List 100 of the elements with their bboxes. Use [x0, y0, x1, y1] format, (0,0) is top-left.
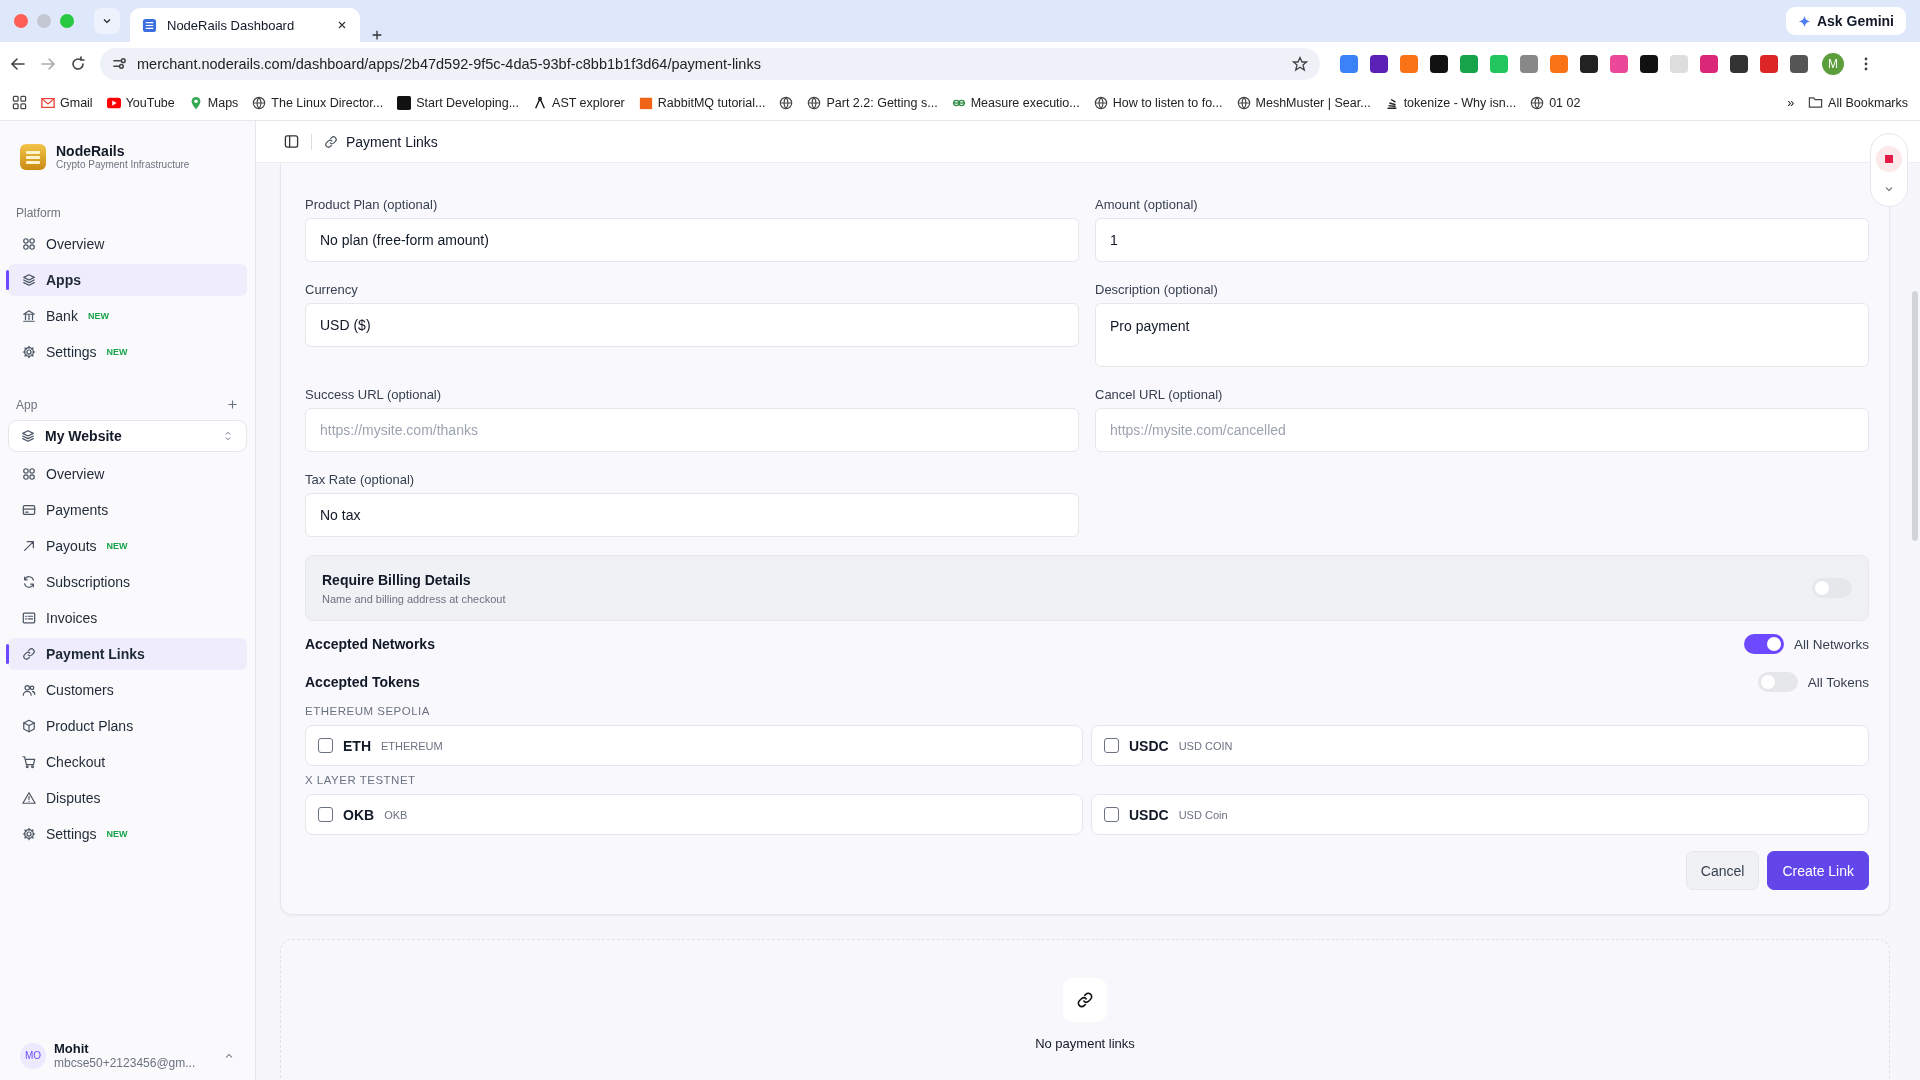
selector-label: My Website [45, 428, 123, 444]
sidebar-item[interactable]: Bank NEW [8, 300, 247, 332]
close-window-button[interactable] [14, 14, 28, 28]
gear-icon [22, 827, 36, 841]
gear-icon [22, 345, 36, 359]
bookmark-link[interactable]: AST explorer [533, 95, 625, 110]
sidebar-item[interactable]: Subscriptions [8, 566, 247, 598]
apps-grid-icon[interactable] [12, 95, 27, 110]
sidebar-toggle-icon[interactable] [284, 134, 299, 149]
bookmark-link[interactable]: YouTube [106, 95, 175, 110]
toggle-switch[interactable] [1812, 578, 1852, 598]
sidebar-item[interactable]: Payouts NEW [8, 530, 247, 562]
item-label: Overview [46, 466, 105, 482]
bookmark-link[interactable]: Maps [188, 95, 239, 110]
sidebar-item[interactable]: Customers [8, 674, 247, 706]
sidebar-item[interactable]: Settings NEW [8, 818, 247, 850]
item-label: Payment Links [46, 646, 145, 662]
token-name: USD Coin [1178, 808, 1228, 821]
sidebar-item[interactable]: Apps [8, 264, 247, 296]
sidebar-item[interactable]: Overview [8, 228, 247, 260]
item-label: Disputes [46, 790, 101, 806]
bookmark-link[interactable]: The Linux Director... [252, 95, 384, 110]
network-name: ETHEREUM SEPOLIA [305, 705, 430, 717]
checkbox[interactable] [1104, 807, 1119, 822]
input-field[interactable]: 1 [1095, 218, 1869, 262]
extension-icon[interactable] [1370, 54, 1388, 73]
sidebar-item[interactable]: Payments [8, 494, 247, 526]
token-option[interactable]: ETH ETHEREUM [305, 725, 1083, 766]
app-selector[interactable]: My Website [8, 420, 247, 452]
extension-icon[interactable] [1580, 54, 1598, 73]
sidebar-item[interactable]: Invoices [8, 602, 247, 634]
plus-icon[interactable] [226, 398, 239, 411]
token-name: OKB [384, 808, 408, 821]
extension-icon[interactable] [1430, 54, 1448, 73]
bookmark-link[interactable]: RabbitMQ tutorial... [638, 95, 766, 110]
scrollbar[interactable] [1912, 291, 1918, 541]
all-bookmarks-link[interactable]: All Bookmarks [1808, 95, 1908, 110]
reload-icon[interactable] [70, 55, 86, 72]
item-label: Payouts [46, 538, 97, 554]
extension-icon[interactable] [1640, 54, 1658, 73]
bookmark-link[interactable]: How to listen to fo... [1093, 95, 1223, 110]
bookmark-link[interactable]: Part 2.2: Getting s... [807, 95, 938, 110]
site-settings-icon[interactable] [112, 56, 127, 71]
create-link-button[interactable]: Create Link [1767, 851, 1869, 890]
cancel-button[interactable]: Cancel [1685, 851, 1760, 890]
grid-icon [22, 237, 36, 251]
star-icon[interactable] [1292, 55, 1308, 72]
token-option[interactable]: USDC USD COIN [1091, 725, 1869, 766]
field-label: Product Plan (optional) [305, 197, 438, 212]
bookmark-link[interactable]: MeshMuster | Sear... [1236, 95, 1371, 110]
extension-icon[interactable] [1730, 54, 1748, 73]
section-heading: Platform [16, 206, 61, 220]
bookmark-link[interactable]: tokenize - Why isn... [1384, 95, 1517, 110]
sidebar-item[interactable]: Settings NEW [8, 336, 247, 368]
token-option[interactable]: OKB OKB [305, 794, 1083, 835]
browser-tab[interactable]: NodeRails Dashboard [130, 8, 360, 42]
bookmark-link[interactable] [779, 95, 794, 110]
sidebar-item[interactable]: Overview [8, 458, 247, 490]
bank-icon [22, 309, 36, 323]
logo-icon [20, 143, 46, 170]
globe-icon [252, 95, 267, 110]
sidebar-item[interactable]: Disputes [8, 782, 247, 814]
field-label: Success URL (optional) [305, 387, 442, 402]
checkbox[interactable] [318, 807, 333, 822]
globe-icon [807, 95, 822, 110]
sidebar-item[interactable]: Payment Links [8, 638, 247, 670]
checkbox[interactable] [1104, 738, 1119, 753]
bookmark-link[interactable]: Gmail [41, 95, 93, 110]
more-bookmarks-button[interactable]: » [1787, 95, 1795, 110]
text-area[interactable]: Pro payment [1095, 303, 1869, 367]
page-title: Payment Links [346, 133, 438, 150]
square-logo-icon [397, 95, 412, 110]
token-name: USD COIN [1178, 739, 1233, 752]
bookmark-link[interactable]: Start Developing... [397, 95, 520, 110]
address-bar[interactable]: merchant.noderails.com/dashboard/apps/2b47d592-9f5c-4da5-93bf-c8bb1b1f3d64/payment-links [100, 47, 1320, 80]
ask-gemini-button[interactable]: Ask Gemini [1785, 7, 1906, 35]
token-option[interactable]: USDC USD Coin [1091, 794, 1869, 835]
link-icon [1076, 991, 1094, 1009]
input-field[interactable]: USD ($) [305, 303, 1079, 347]
globe-icon [1093, 95, 1108, 110]
stop-recording-button[interactable] [1876, 145, 1902, 172]
toggle-switch[interactable] [1757, 672, 1798, 692]
user-name: Mohit [54, 1041, 90, 1056]
mail-icon [41, 95, 55, 110]
toggle-switch[interactable] [1744, 634, 1784, 654]
play-icon [106, 95, 121, 110]
checkbox[interactable] [318, 738, 333, 753]
globe-icon [1530, 95, 1545, 110]
close-icon[interactable] [336, 19, 348, 31]
bookmark-link[interactable]: Measure executio... [951, 95, 1080, 110]
sidebar-item[interactable]: Product Plans [8, 710, 247, 742]
input-field[interactable]: No plan (free-form amount) [305, 218, 1079, 262]
plus-icon[interactable] [370, 28, 384, 42]
sidebar-item[interactable]: Checkout [8, 746, 247, 778]
list-icon [22, 611, 36, 625]
back-arrow-icon[interactable] [10, 55, 26, 72]
extension-icon[interactable] [1790, 54, 1808, 73]
item-label: Settings [46, 344, 97, 360]
input-field[interactable]: No tax [305, 493, 1079, 537]
bookmark-link[interactable]: 01 02 [1530, 95, 1581, 110]
